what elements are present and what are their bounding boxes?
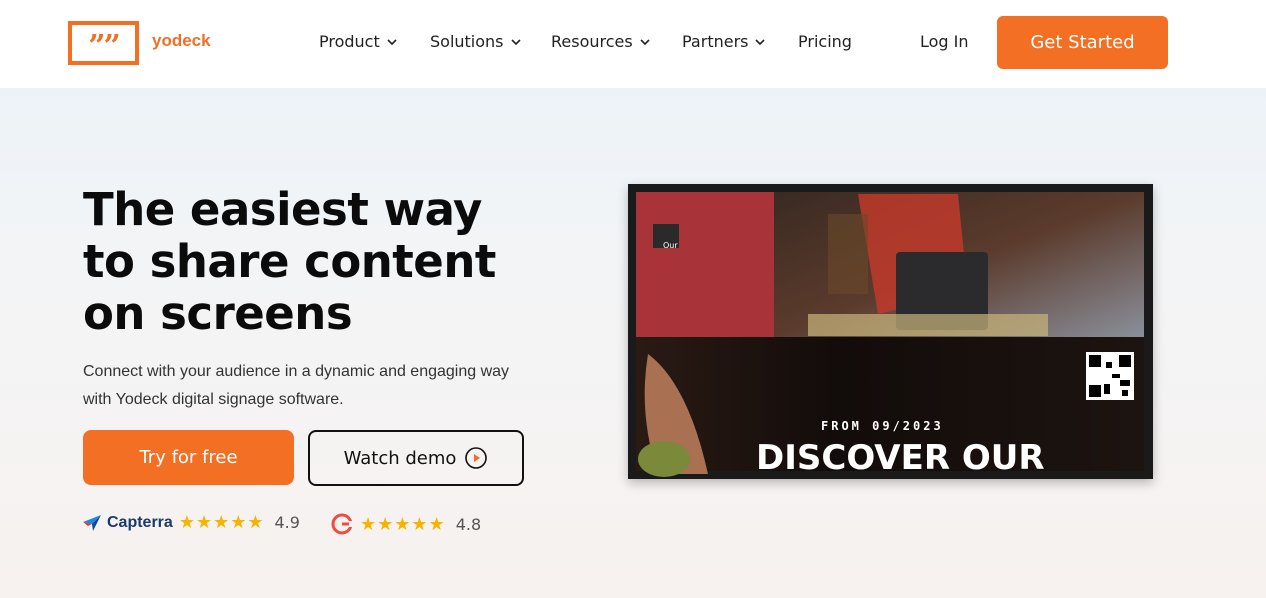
nav-pricing[interactable]: Pricing — [798, 32, 852, 51]
star-rating-icon: ★★★★★ — [178, 512, 265, 533]
capterra-icon — [83, 514, 101, 531]
try-for-free-button[interactable]: Try for free — [83, 430, 294, 485]
demo-video-player[interactable]: Our FROM 09/2023 DISCOVER OUR — [628, 184, 1153, 479]
desk-shape — [808, 314, 1048, 336]
play-icon — [465, 447, 488, 469]
red-panel — [636, 192, 774, 337]
chevron-down-icon — [640, 38, 650, 45]
nav-label: Partners — [682, 32, 749, 51]
login-link[interactable]: Log In — [920, 32, 969, 51]
logo-icon[interactable]: ”” — [68, 21, 139, 65]
chevron-down-icon — [510, 38, 521, 45]
hero-subtitle: Connect with your audience in a dynamic … — [83, 363, 510, 408]
nav-label: Pricing — [798, 32, 852, 51]
nav-label: Product — [319, 32, 380, 51]
watch-demo-button[interactable]: Watch demo — [308, 430, 524, 486]
video-headline: DISCOVER OUR — [756, 438, 1045, 478]
g2-icon — [331, 513, 353, 535]
logo-glyph: ”” — [88, 29, 120, 64]
nav-solutions[interactable]: Solutions — [430, 32, 522, 51]
hero-title-line: on screens — [83, 287, 353, 340]
capterra-rating[interactable]: Capterra ★★★★★ 4.9 — [83, 512, 300, 533]
brand-name[interactable]: yodeck — [152, 31, 211, 51]
rating-score: 4.8 — [455, 514, 482, 534]
hero-title-line: The easiest way — [83, 183, 482, 236]
watch-demo-label: Watch demo — [343, 447, 457, 469]
shelf-shape — [828, 214, 868, 294]
chevron-down-icon — [387, 38, 397, 45]
rating-score: 4.9 — [274, 513, 300, 532]
site-header: ”” yodeck Product Solutions Resources Pa… — [0, 0, 1266, 88]
get-started-button[interactable]: Get Started — [997, 16, 1168, 69]
g2-rating[interactable]: G2 ★★★★★ 4.8 — [330, 512, 481, 536]
capterra-label: Capterra — [107, 513, 173, 531]
hero-title: The easiest way to share content on scre… — [83, 184, 553, 340]
video-overline: FROM 09/2023 — [821, 419, 944, 433]
nav-partners[interactable]: Partners — [682, 32, 766, 51]
nav-label: Resources — [551, 32, 633, 51]
star-rating-icon: ★★★★★ — [360, 513, 446, 535]
chevron-down-icon — [755, 38, 766, 45]
fruit-shape — [638, 441, 690, 477]
nav-label: Solutions — [430, 32, 504, 51]
nav-product[interactable]: Product — [319, 32, 398, 51]
demo-video-frame: Our FROM 09/2023 DISCOVER OUR — [628, 184, 1153, 479]
hero-title-line: to share content — [83, 235, 496, 288]
nav-resources[interactable]: Resources — [551, 32, 651, 51]
panel-logo-text: Our — [663, 241, 678, 250]
